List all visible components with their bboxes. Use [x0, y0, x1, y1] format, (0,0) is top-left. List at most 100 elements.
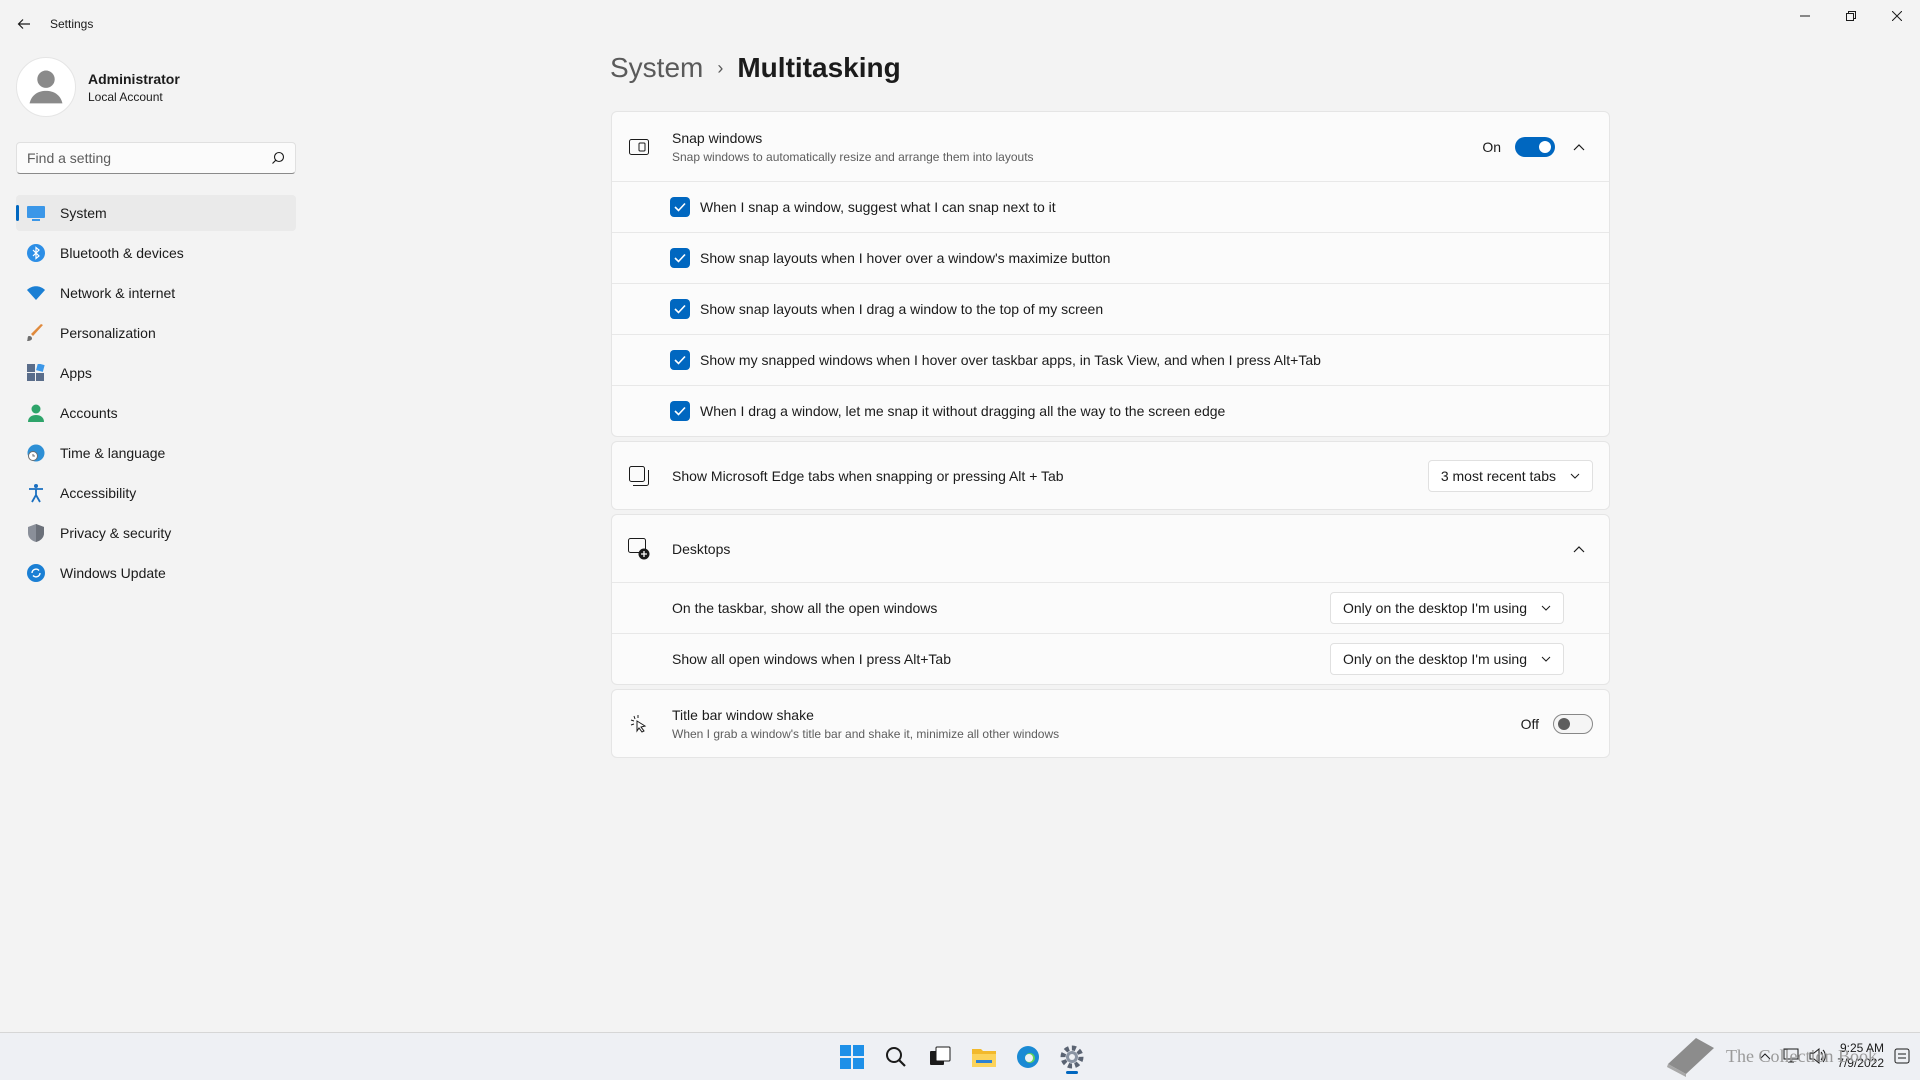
app-title: Settings	[50, 17, 94, 31]
watermark-text: The Collection Book	[1726, 1045, 1877, 1066]
collapse-desktops-button[interactable]	[1565, 535, 1593, 563]
edge-tabs-dropdown[interactable]: 3 most recent tabs	[1427, 459, 1593, 492]
apps-icon	[26, 363, 46, 383]
snap-option-checkbox[interactable]	[670, 248, 690, 268]
sidebar-item-personalization[interactable]: Personalization	[16, 315, 296, 351]
breadcrumb-parent[interactable]: System	[610, 52, 703, 84]
sidebar-item-accessibility[interactable]: Accessibility	[16, 475, 296, 511]
accessibility-icon	[26, 483, 46, 503]
minimize-icon	[1800, 15, 1810, 17]
snap-option-row[interactable]: When I drag a window, let me snap it wit…	[612, 385, 1609, 436]
back-button[interactable]	[12, 12, 36, 36]
sidebar-nav: System Bluetooth & devices Network & int…	[16, 195, 296, 595]
settings-content: Snap windows Snap windows to automatical…	[611, 111, 1610, 762]
edge-tabs-icon	[628, 465, 650, 487]
taskbar-search-button[interactable]	[876, 1039, 916, 1075]
profile-account-type: Local Account	[88, 89, 163, 104]
snap-option-label: Show snap layouts when I hover over a wi…	[700, 250, 1111, 266]
window-shake-card: Title bar window shake When I grab a win…	[611, 689, 1610, 758]
minimize-button[interactable]	[1782, 0, 1828, 32]
restore-button[interactable]	[1828, 0, 1874, 32]
edge-tabs-card: Show Microsoft Edge tabs when snapping o…	[611, 441, 1610, 510]
page-title: Multitasking	[737, 52, 901, 83]
system-icon	[26, 203, 46, 223]
snap-windows-state: On	[1482, 138, 1501, 155]
snap-windows-toggle[interactable]	[1515, 136, 1555, 157]
snap-option-checkbox[interactable]	[670, 350, 690, 370]
chevron-down-icon	[1541, 605, 1551, 611]
snap-windows-description: Snap windows to automatically resize and…	[672, 149, 1034, 164]
desktops-row[interactable]: Desktops	[612, 515, 1609, 582]
checkmark-icon	[674, 304, 686, 314]
sidebar-item-bluetooth[interactable]: Bluetooth & devices	[16, 235, 296, 271]
snap-option-row[interactable]: Show snap layouts when I hover over a wi…	[612, 232, 1609, 283]
chevron-down-icon	[1541, 656, 1551, 662]
sidebar-item-label: Bluetooth & devices	[60, 245, 184, 261]
desktops-title: Desktops	[672, 540, 731, 557]
snap-windows-row[interactable]: Snap windows Snap windows to automatical…	[612, 112, 1609, 181]
desktops-alttab-value: Only on the desktop I'm using	[1343, 651, 1527, 667]
desktops-taskbar-label: On the taskbar, show all the open window…	[672, 600, 938, 616]
desktops-taskbar-dropdown[interactable]: Only on the desktop I'm using	[1330, 592, 1564, 624]
desktops-alttab-label: Show all open windows when I press Alt+T…	[672, 651, 951, 667]
snap-option-label: When I drag a window, let me snap it wit…	[700, 403, 1226, 419]
checkmark-icon	[674, 253, 686, 263]
file-explorer-button[interactable]	[964, 1039, 1004, 1075]
sidebar-item-label: Apps	[60, 365, 92, 381]
checkmark-icon	[674, 202, 686, 212]
sidebar-item-system[interactable]: System	[16, 195, 296, 231]
notification-icon[interactable]	[1894, 1048, 1910, 1064]
checkmark-icon	[674, 406, 686, 416]
sidebar-item-windows-update[interactable]: Windows Update	[16, 555, 296, 591]
desktops-alttab-dropdown[interactable]: Only on the desktop I'm using	[1330, 643, 1564, 675]
desktops-icon	[628, 537, 650, 560]
taskbar: 9:25 AM 7/9/2022	[0, 1032, 1920, 1080]
search-input[interactable]	[17, 143, 257, 173]
task-view-icon	[930, 1046, 951, 1065]
snap-option-checkbox[interactable]	[670, 299, 690, 319]
edge-tabs-row: Show Microsoft Edge tabs when snapping o…	[612, 442, 1609, 509]
start-icon	[840, 1045, 864, 1069]
desktops-taskbar-value: Only on the desktop I'm using	[1343, 600, 1527, 616]
sidebar-item-label: Windows Update	[60, 565, 166, 581]
snap-option-checkbox[interactable]	[670, 401, 690, 421]
search-icon	[886, 1047, 906, 1067]
search-icon[interactable]	[271, 151, 285, 165]
title-bar: Settings	[0, 0, 1920, 48]
collapse-snap-button[interactable]	[1565, 133, 1593, 161]
snap-option-row[interactable]: Show my snapped windows when I hover ove…	[612, 334, 1609, 385]
shake-icon	[628, 713, 650, 735]
snap-option-checkbox[interactable]	[670, 197, 690, 217]
snap-option-row[interactable]: Show snap layouts when I drag a window t…	[612, 283, 1609, 334]
snap-windows-card: Snap windows Snap windows to automatical…	[611, 111, 1610, 437]
sidebar-item-network[interactable]: Network & internet	[16, 275, 296, 311]
sidebar-item-privacy[interactable]: Privacy & security	[16, 515, 296, 551]
window-shake-toggle[interactable]	[1553, 713, 1593, 734]
window-shake-row[interactable]: Title bar window shake When I grab a win…	[612, 690, 1609, 757]
start-button[interactable]	[832, 1039, 872, 1075]
sidebar-item-label: Accounts	[60, 405, 118, 421]
desktops-card: Desktops On the taskbar, show all the op…	[611, 514, 1610, 685]
search-box[interactable]	[16, 142, 296, 174]
avatar	[16, 57, 76, 117]
person-icon	[29, 70, 63, 104]
sidebar-item-label: Personalization	[60, 325, 156, 341]
close-button[interactable]	[1874, 0, 1920, 32]
task-view-button[interactable]	[920, 1039, 960, 1075]
taskbar-apps	[832, 1039, 1096, 1075]
watermark: The Collection Book	[1664, 1034, 1877, 1078]
edge-icon	[1017, 1046, 1039, 1068]
sidebar-item-label: Privacy & security	[60, 525, 172, 541]
chevron-down-icon	[1570, 473, 1580, 479]
bluetooth-icon	[26, 243, 46, 263]
edge-button[interactable]	[1008, 1039, 1048, 1075]
book-icon	[1667, 1038, 1714, 1077]
sidebar-item-time-language[interactable]: Time & language	[16, 435, 296, 471]
snap-option-row[interactable]: When I snap a window, suggest what I can…	[612, 181, 1609, 232]
sidebar-item-apps[interactable]: Apps	[16, 355, 296, 391]
settings-taskbar-button[interactable]	[1052, 1039, 1092, 1075]
wifi-icon	[26, 283, 46, 303]
sidebar-item-accounts[interactable]: Accounts	[16, 395, 296, 431]
desktops-alttab-row: Show all open windows when I press Alt+T…	[612, 633, 1609, 684]
close-icon	[1892, 11, 1902, 21]
